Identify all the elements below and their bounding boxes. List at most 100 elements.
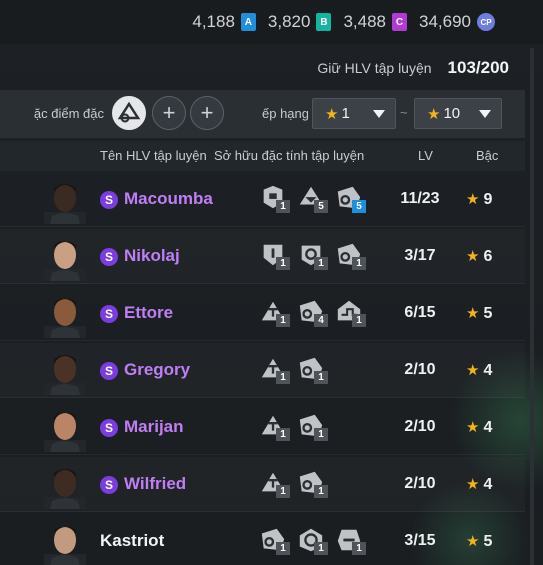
currency-a: 4,188 A — [192, 12, 256, 32]
coach-grade: ★ 4 — [466, 361, 492, 380]
trait-filter-label: ặc điểm đặc — [33, 106, 104, 121]
trait-list: 11 — [258, 355, 328, 384]
trait-item[interactable]: 1 — [258, 412, 290, 441]
grade-filter-label: ếp hạng — [262, 106, 308, 121]
coach-name: Macoumba — [124, 189, 213, 208]
grade-max-select[interactable]: ★ 10 — [414, 98, 502, 129]
header-name[interactable]: Tên HLV tập luyện — [100, 148, 207, 163]
chevron-down-icon — [373, 110, 385, 118]
plus-icon: + — [162, 100, 176, 125]
coach-name: Ettore — [124, 303, 174, 322]
row-divider — [0, 283, 525, 284]
coach-avatar — [44, 412, 86, 452]
trait-filter-slot-1[interactable] — [112, 96, 146, 130]
coach-row[interactable]: S Marijan 11 2/10 ★ 4 — [0, 400, 525, 455]
trait-level: 1 — [352, 314, 366, 327]
coach-grade-value: 4 — [483, 362, 493, 379]
trait-item[interactable]: 1 — [258, 355, 290, 384]
keep-count: 103/200 — [447, 58, 509, 77]
header-grade[interactable]: Bậc — [476, 148, 498, 163]
table-header: Tên HLV tập luyện Sở hữu đặc tính tập lu… — [0, 141, 525, 171]
coach-grade: ★ 4 — [466, 418, 492, 437]
coach-avatar — [44, 355, 86, 395]
coach-row[interactable]: S Gregory 11 2/10 ★ 4 — [0, 343, 525, 398]
coach-grade: ★ 5 — [466, 304, 492, 323]
row-divider — [0, 340, 525, 341]
trait-level: 1 — [314, 371, 328, 384]
special-badge: S — [100, 362, 118, 380]
coach-row[interactable]: S Wilfried 11 2/10 ★ 4 — [0, 457, 525, 512]
coach-grade: ★ 9 — [466, 190, 492, 209]
coach-lv: 6/15 — [404, 304, 436, 321]
trait-level: 5 — [352, 200, 366, 213]
trait-item[interactable]: 1 — [334, 298, 366, 327]
trait-filter-icon — [117, 101, 141, 123]
star-icon: ★ — [466, 191, 480, 208]
currency-cp-value: 34,690 — [419, 12, 471, 31]
trait-level: 1 — [276, 485, 290, 498]
scrollbar[interactable] — [530, 48, 534, 565]
trait-level: 4 — [314, 314, 328, 327]
c-coin-icon: C — [392, 13, 407, 31]
trait-item[interactable]: 1 — [258, 184, 290, 213]
star-icon: ★ — [466, 248, 480, 265]
trait-level: 1 — [352, 542, 366, 555]
trait-item[interactable]: 1 — [296, 469, 328, 498]
range-separator: ~ — [400, 105, 408, 120]
trait-item[interactable]: 1 — [258, 526, 290, 555]
currency-c-value: 3,488 — [343, 12, 386, 31]
coach-name: Kastriot — [100, 531, 165, 550]
special-badge: S — [100, 191, 118, 209]
coach-lv: 3/15 — [404, 532, 436, 549]
trait-item[interactable]: 5 — [296, 184, 328, 213]
row-divider — [0, 226, 525, 227]
grade-min-select[interactable]: ★ 1 — [312, 98, 396, 129]
coach-lv: 2/10 — [404, 418, 436, 435]
special-badge: S — [100, 419, 118, 437]
trait-level: 1 — [314, 542, 328, 555]
trait-level: 1 — [314, 485, 328, 498]
coach-avatar — [44, 469, 86, 509]
star-icon: ★ — [466, 362, 480, 379]
coach-name: Wilfried — [124, 474, 187, 493]
trait-item[interactable]: 1 — [258, 241, 290, 270]
trait-item[interactable]: 1 — [296, 412, 328, 441]
coach-lv: 3/17 — [404, 247, 436, 264]
coach-grade-value: 9 — [483, 191, 493, 208]
currency-a-value: 4,188 — [192, 12, 235, 31]
trait-list: 1 5 5 — [258, 184, 366, 213]
star-icon: ★ — [466, 476, 480, 493]
trait-item[interactable]: 1 — [334, 241, 366, 270]
trait-item[interactable]: 1 — [334, 526, 366, 555]
trait-item[interactable]: 4 — [296, 298, 328, 327]
trait-item[interactable]: 1 — [258, 298, 290, 327]
coach-grade-value: 5 — [483, 305, 493, 322]
coach-name: Nikolaj — [124, 246, 180, 265]
star-icon: ★ — [325, 105, 339, 123]
trait-level: 5 — [314, 200, 328, 213]
trait-item[interactable]: 1 — [296, 526, 328, 555]
special-badge: S — [100, 305, 118, 323]
row-divider — [0, 454, 525, 455]
coach-row[interactable]: S Ettore 1 4 1 6/15 ★ 5 — [0, 286, 525, 341]
trait-item[interactable]: 1 — [258, 469, 290, 498]
row-divider — [0, 511, 525, 512]
coach-grade: ★ 6 — [466, 247, 492, 266]
trait-filter-add-1[interactable]: + — [152, 96, 186, 130]
coach-row[interactable]: Kastriot 1 1 1 3/15 ★ 5 — [0, 514, 525, 565]
coach-grade: ★ 4 — [466, 475, 492, 494]
trait-filter-add-2[interactable]: + — [190, 96, 224, 130]
coach-name: Marijan — [124, 417, 184, 436]
header-lv[interactable]: LV — [418, 148, 433, 163]
coach-row[interactable]: S Macoumba 1 5 5 11/23 ★ 9 — [0, 172, 525, 227]
trait-item[interactable]: 1 — [296, 241, 328, 270]
currency-cp: 34,690 CP — [419, 12, 495, 32]
keep-label: Giữ HLV tập luyện — [317, 60, 432, 76]
trait-item[interactable]: 1 — [296, 355, 328, 384]
plus-icon: + — [200, 100, 214, 125]
header-traits[interactable]: Sở hữu đặc tính tập luyện — [214, 148, 364, 163]
coach-row[interactable]: S Nikolaj 1 1 1 3/17 ★ 6 — [0, 229, 525, 284]
trait-item[interactable]: 5 — [334, 184, 366, 213]
currency-c: 3,488 C — [343, 12, 407, 32]
trait-list: 1 4 1 — [258, 298, 366, 327]
